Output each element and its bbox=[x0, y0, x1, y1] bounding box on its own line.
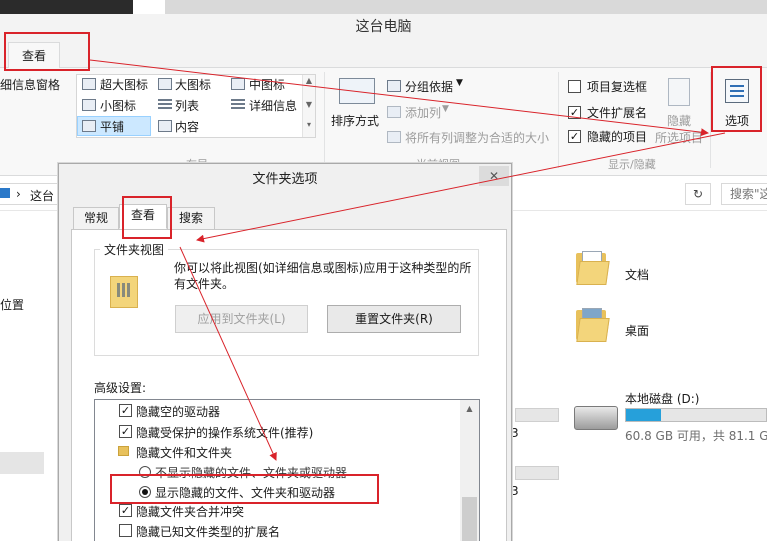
layout-details[interactable]: 详细信息 bbox=[249, 97, 297, 114]
address-bar[interactable]: › 这台 bbox=[0, 183, 60, 205]
breadcrumb-separator: › bbox=[16, 187, 21, 201]
drive-space-text: 60.8 GB 可用，共 81.1 GB bbox=[625, 429, 767, 443]
highlight-show-hidden-option bbox=[110, 474, 379, 504]
fit-columns-button[interactable]: 将所有列调整为合适的大小 bbox=[405, 129, 549, 146]
folder-icon bbox=[118, 446, 129, 456]
top-window-strip bbox=[0, 0, 767, 14]
ribbon-separator bbox=[558, 72, 559, 168]
sort-by-button[interactable]: 排序方式 bbox=[331, 112, 379, 129]
scroll-up-icon: ▲ bbox=[466, 404, 473, 413]
close-icon: ✕ bbox=[488, 169, 500, 183]
group-by-button[interactable]: 分组依据 bbox=[405, 78, 453, 95]
desktop-label[interactable]: 桌面 bbox=[625, 322, 649, 339]
add-column-icon bbox=[387, 106, 401, 118]
address-text: 这台 bbox=[30, 189, 55, 203]
advanced-settings-label: 高级设置: bbox=[94, 381, 147, 395]
hide-selected-label: 所选项目 bbox=[655, 131, 704, 145]
large-icons-icon bbox=[158, 78, 172, 90]
group-by-dropdown-icon: ▼ bbox=[456, 78, 463, 88]
scroll-thumb[interactable] bbox=[462, 497, 477, 541]
grey-titlebar-segment bbox=[165, 0, 767, 14]
sort-by-icon bbox=[339, 78, 375, 104]
ribbon-separator bbox=[324, 72, 325, 168]
item-checkboxes-checkbox[interactable] bbox=[568, 80, 581, 93]
window-title: 这台电脑 bbox=[0, 14, 767, 40]
tiles-icon bbox=[82, 120, 96, 132]
group-by-icon bbox=[387, 80, 401, 92]
tab-search[interactable]: 搜索 bbox=[167, 207, 215, 229]
list-icon bbox=[158, 99, 172, 111]
add-column-dropdown-icon: ▼ bbox=[442, 104, 449, 114]
dialog-title: 文件夹选项 bbox=[59, 164, 511, 195]
computer-icon bbox=[0, 188, 10, 198]
hard-drive-icon bbox=[574, 406, 618, 430]
drive-name[interactable]: 本地磁盘 (D:) bbox=[625, 390, 699, 407]
medium-icons-icon bbox=[231, 78, 245, 90]
extra-large-icons-icon bbox=[82, 78, 96, 90]
hide-extensions-label: 隐藏已知文件类型的扩展名 bbox=[136, 525, 281, 539]
hide-protected-files-checkbox[interactable]: ✓ bbox=[119, 425, 132, 438]
folder-views-legend: 文件夹视图 bbox=[100, 241, 169, 258]
folder-view-icon bbox=[110, 276, 138, 308]
layout-tiles[interactable]: 平铺 bbox=[100, 118, 124, 135]
desktop-folder-icon bbox=[576, 308, 610, 344]
search-input[interactable]: 搜索"这 bbox=[721, 183, 767, 205]
refresh-button[interactable]: ↻ bbox=[685, 183, 711, 205]
show-hide-group-label: 显示/隐藏 bbox=[608, 158, 656, 171]
hidden-files-folders-group-label: 隐藏文件和文件夹 bbox=[136, 446, 233, 460]
tab-general[interactable]: 常规 bbox=[73, 207, 119, 229]
dialog-close-button[interactable]: ✕ bbox=[479, 166, 509, 186]
hide-empty-drives-checkbox[interactable]: ✓ bbox=[119, 404, 132, 417]
refresh-icon: ↻ bbox=[692, 187, 704, 201]
highlight-view-tab bbox=[4, 32, 90, 71]
documents-folder-icon bbox=[576, 251, 610, 287]
drive-usage-fill bbox=[626, 409, 661, 421]
highlight-view-options-tab bbox=[122, 196, 172, 239]
hidden-items-checkbox[interactable]: ✓ bbox=[568, 130, 581, 143]
hide-protected-files-label: 隐藏受保护的操作系统文件(推荐) bbox=[136, 426, 314, 440]
layout-extra-large[interactable]: 超大图标 bbox=[100, 76, 148, 93]
highlight-options-button bbox=[711, 66, 762, 132]
layout-gallery-scrollbar[interactable]: ▲ ▼ ▾ bbox=[302, 75, 315, 137]
file-extensions-checkbox[interactable]: ✓ bbox=[568, 106, 581, 119]
drive-usage-bar bbox=[625, 408, 767, 422]
item-checkboxes-label: 项目复选框 bbox=[587, 80, 648, 94]
apply-to-folders-button[interactable]: 应用到文件夹(L) bbox=[175, 305, 308, 333]
content-icon bbox=[158, 120, 172, 132]
ribbon-tab-row bbox=[0, 40, 767, 68]
file-extensions-label: 文件扩展名 bbox=[587, 106, 648, 120]
layout-large[interactable]: 大图标 bbox=[175, 76, 211, 93]
details-icon bbox=[231, 99, 245, 111]
folder-views-description: 你可以将此视图(如详细信息或图标)应用于这种类型的所有文件夹。 bbox=[174, 261, 472, 291]
dark-titlebar-segment bbox=[0, 0, 133, 14]
drive-bar-partial bbox=[515, 466, 559, 480]
reset-folders-button[interactable]: 重置文件夹(R) bbox=[327, 305, 461, 333]
hide-button[interactable]: 隐藏 bbox=[667, 112, 691, 129]
drive-bar-partial bbox=[515, 408, 559, 422]
hidden-items-label: 隐藏的项目 bbox=[587, 130, 648, 144]
nav-item-location[interactable]: 位置 bbox=[0, 296, 24, 313]
layout-small[interactable]: 小图标 bbox=[100, 97, 136, 114]
small-icons-icon bbox=[82, 99, 96, 111]
add-column-button[interactable]: 添加列 bbox=[405, 104, 441, 121]
fit-columns-icon bbox=[387, 131, 401, 143]
details-pane-button[interactable]: 细信息窗格 bbox=[0, 76, 60, 93]
layout-list[interactable]: 列表 bbox=[175, 97, 199, 114]
nav-selected-row[interactable] bbox=[0, 452, 44, 474]
hide-merge-conflicts-label: 隐藏文件夹合并冲突 bbox=[136, 505, 245, 519]
layout-medium[interactable]: 中图标 bbox=[249, 76, 285, 93]
hide-extensions-checkbox[interactable] bbox=[119, 524, 132, 537]
hide-empty-drives-label: 隐藏空的驱动器 bbox=[136, 405, 221, 419]
documents-label[interactable]: 文档 bbox=[625, 266, 649, 283]
drive-space-partial: 3 bbox=[511, 426, 519, 440]
layout-content[interactable]: 内容 bbox=[175, 118, 199, 135]
drive-space-partial: 3 bbox=[511, 484, 519, 498]
hide-merge-conflicts-checkbox[interactable]: ✓ bbox=[119, 504, 132, 517]
hide-selected-icon bbox=[668, 78, 690, 106]
